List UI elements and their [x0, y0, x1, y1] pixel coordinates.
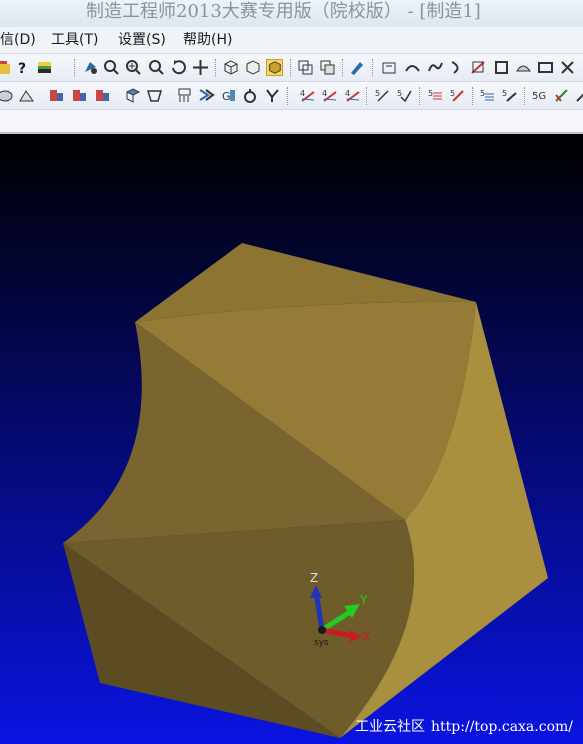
menu-bar: 信(D) 工具(T) 设置(S) 帮助(H) — [0, 27, 583, 54]
svg-text:?: ? — [18, 61, 26, 76]
feature-toolbar: G 4 4 4 5 5 5 5 5 5 5G — [0, 82, 583, 110]
svg-text:G: G — [222, 90, 231, 103]
feature-5-icon[interactable] — [146, 87, 163, 104]
svg-text:5: 5 — [480, 89, 485, 98]
solid-2-icon[interactable] — [18, 87, 35, 104]
solid-1-icon[interactable] — [0, 87, 14, 104]
toolbar-separator — [419, 87, 420, 105]
x-axis-label: X — [362, 630, 370, 644]
zoom-dynamic-icon[interactable] — [148, 59, 165, 76]
machining-3-icon[interactable]: 4 — [344, 87, 361, 104]
svg-text:5: 5 — [397, 89, 402, 98]
z-axis-label: Z — [310, 571, 318, 585]
machining-10-icon[interactable]: 5G — [531, 87, 548, 104]
help-icon[interactable]: ? — [14, 59, 31, 76]
svg-text:4: 4 — [300, 89, 305, 98]
toolbar-separator — [290, 59, 291, 77]
surface-4-icon[interactable] — [448, 59, 465, 76]
menu-item-help[interactable]: 帮助(H) — [183, 27, 232, 53]
y-axis-label: Y — [359, 593, 368, 607]
toolbar-separator — [215, 59, 216, 77]
machining-11-icon[interactable] — [574, 87, 583, 104]
wireframe-icon[interactable] — [222, 59, 239, 76]
menu-item-communication[interactable]: 信(D) — [0, 27, 36, 53]
menu-item-tools[interactable]: 工具(T) — [51, 27, 98, 53]
triad-origin-label: sys — [314, 638, 329, 648]
window-title-bar: 制造工程师2013大赛专用版（院校版） - [制造1] — [0, 0, 583, 27]
feature-9-icon[interactable] — [242, 87, 259, 104]
svg-text:5: 5 — [450, 89, 455, 98]
toolbar-separator — [366, 87, 367, 105]
surface-8-icon[interactable] — [537, 59, 554, 76]
surface-1-icon[interactable] — [381, 59, 398, 76]
machining-11-icon[interactable] — [553, 87, 570, 104]
watermark-site-name: 工业云社区 — [355, 719, 425, 735]
toolbar-separator — [372, 59, 373, 77]
toolbar-separator — [74, 59, 75, 77]
feature-7-icon[interactable] — [198, 87, 215, 104]
surface-6-icon[interactable] — [493, 59, 510, 76]
feature-4-icon[interactable] — [124, 87, 141, 104]
surface-9-icon[interactable] — [559, 59, 576, 76]
window-title: 制造工程师2013大赛专用版（院校版） - [制造1] — [86, 1, 481, 22]
machining-9-icon[interactable]: 5 — [501, 87, 518, 104]
feature-8-icon[interactable]: G — [220, 87, 237, 104]
layer-icon[interactable] — [36, 59, 53, 76]
feature-3-icon[interactable] — [94, 87, 111, 104]
machining-4-icon[interactable]: 5 — [374, 87, 391, 104]
viewport-canvas[interactable]: Z Y X sys — [0, 136, 583, 744]
watermark-url: http://top.caxa.com/ — [431, 719, 573, 735]
toolbar-separator — [524, 87, 525, 105]
pan-icon[interactable] — [192, 59, 209, 76]
triad-origin — [318, 626, 326, 634]
shaded-icon[interactable] — [266, 59, 283, 76]
machining-7-icon[interactable]: 5 — [449, 87, 466, 104]
svg-text:5: 5 — [428, 89, 433, 98]
feature-2-icon[interactable] — [71, 87, 88, 104]
svg-text:4: 4 — [345, 89, 350, 98]
zoom-window-icon[interactable] — [103, 59, 120, 76]
view-orient-icon[interactable] — [297, 59, 314, 76]
surface-3-icon[interactable] — [427, 59, 444, 76]
watermark: 工业云社区 http://top.caxa.com/ — [355, 716, 573, 736]
machining-6-icon[interactable]: 5 — [427, 87, 444, 104]
svg-text:5: 5 — [375, 89, 380, 98]
feature-6-icon[interactable] — [176, 87, 193, 104]
render-icon[interactable] — [82, 59, 99, 76]
menu-item-settings[interactable]: 设置(S) — [118, 27, 166, 53]
surface-5-icon[interactable] — [470, 59, 487, 76]
feature-10-icon[interactable] — [264, 87, 281, 104]
rotate-icon[interactable] — [170, 59, 187, 76]
zoom-icon[interactable] — [125, 59, 142, 76]
machining-2-icon[interactable]: 4 — [321, 87, 338, 104]
svg-text:5G: 5G — [532, 91, 546, 102]
view-copy-icon[interactable] — [319, 59, 336, 76]
svg-text:5: 5 — [502, 89, 507, 98]
svg-text:4: 4 — [322, 89, 327, 98]
pen-icon[interactable] — [348, 59, 365, 76]
standard-toolbar: ? — [0, 54, 583, 82]
hidden-line-icon[interactable] — [244, 59, 261, 76]
machining-1-icon[interactable]: 4 — [299, 87, 316, 104]
feature-1-icon[interactable] — [48, 87, 65, 104]
toolbar-separator — [342, 59, 343, 77]
properties-bar — [0, 110, 583, 134]
toolbar-separator — [472, 87, 473, 105]
machining-5-icon[interactable]: 5 — [396, 87, 413, 104]
machining-8-icon[interactable]: 5 — [479, 87, 496, 104]
toolbar-separator — [287, 87, 288, 105]
surface-7-icon[interactable] — [515, 59, 532, 76]
3d-viewport[interactable]: Z Y X sys 工业云社区 http://top.caxa.com/ — [0, 136, 583, 744]
surface-2-icon[interactable] — [404, 59, 421, 76]
help-icon[interactable] — [0, 59, 13, 76]
